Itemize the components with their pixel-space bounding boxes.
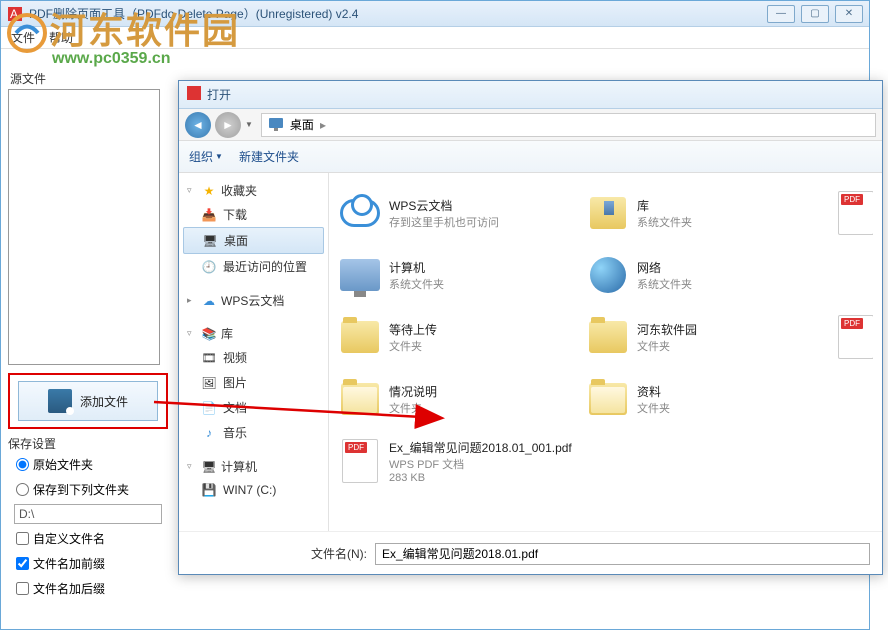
drive-icon: 💾 (201, 482, 217, 498)
save-settings-label: 保存设置 (8, 435, 173, 452)
file-item-partial-1[interactable] (833, 183, 873, 243)
add-file-highlight: 添加文件 (8, 373, 168, 429)
minimize-button[interactable]: — (767, 5, 795, 23)
radio-saveto-label: 保存到下列文件夹 (33, 481, 129, 498)
save-path-input[interactable] (14, 504, 162, 524)
tree-desktop[interactable]: 🖥桌面 (183, 227, 324, 254)
globe-large-icon (590, 257, 626, 293)
chk-add-suffix[interactable] (16, 582, 29, 595)
folder-open-icon (341, 383, 379, 415)
source-files-label: 源文件 (8, 70, 173, 87)
nav-forward-button[interactable]: ► (215, 112, 241, 138)
add-file-button[interactable]: 添加文件 (18, 381, 158, 421)
pdf-large-icon (342, 439, 378, 483)
folder-open-icon (589, 383, 627, 415)
recent-icon: 🕘 (201, 259, 217, 275)
files-view[interactable]: WPS云文档存到这里手机也可访问 库系统文件夹 计算机系统文件夹 网络系统文件夹… (329, 173, 882, 531)
organize-menu[interactable]: 组织▼ (189, 148, 223, 165)
source-files-list[interactable] (8, 89, 160, 365)
window-title: PDF删除页面工具（PDFdo Delete Page）(Unregistere… (29, 5, 767, 22)
tree-recent[interactable]: 🕘最近访问的位置 (183, 254, 324, 279)
tree-music[interactable]: ♪音乐 (183, 420, 324, 445)
tree-images[interactable]: 🖼图片 (183, 370, 324, 395)
video-icon: 🎞 (201, 350, 217, 366)
pdf-icon (838, 191, 873, 235)
folder-icon (589, 321, 627, 353)
image-icon: 🖼 (201, 375, 217, 391)
nav-back-button[interactable]: ◄ (185, 112, 211, 138)
download-icon: 📥 (201, 207, 217, 223)
file-item-upload[interactable]: 等待上传文件夹 (337, 307, 585, 367)
doc-icon: 📄 (201, 400, 217, 416)
new-folder-button[interactable]: 新建文件夹 (239, 148, 299, 165)
tree-video[interactable]: 🎞视频 (183, 345, 324, 370)
dialog-footer: 文件名(N): (179, 531, 882, 575)
maximize-button[interactable]: ▢ (801, 5, 829, 23)
file-item-situation[interactable]: 情况说明文件夹 (337, 369, 585, 429)
pdf-icon (838, 315, 873, 359)
star-icon: ★ (201, 183, 217, 199)
nav-tree: ▿★收藏夹 📥下载 🖥桌面 🕘最近访问的位置 ▸☁WPS云文档 ▿📚库 🎞视频 … (179, 173, 329, 531)
menubar: 文件 帮助 (1, 27, 869, 49)
dialog-title: 打开 (207, 86, 231, 103)
add-file-icon (48, 389, 72, 413)
app-icon: A (7, 6, 23, 22)
left-panel: 源文件 添加文件 保存设置 原始文件夹 保存到下列文件夹 自定义文件名 文件名加… (8, 70, 173, 601)
desktop-icon (268, 117, 284, 133)
file-item-hedong[interactable]: 河东软件园文件夹 (585, 307, 833, 367)
cloud-large-icon (340, 199, 380, 227)
desktop-small-icon: 🖥 (202, 233, 218, 249)
folder-icon (341, 321, 379, 353)
tree-docs[interactable]: 📄文档 (183, 395, 324, 420)
chevron-right-icon[interactable]: ▸ (320, 118, 326, 132)
close-button[interactable]: ✕ (835, 5, 863, 23)
chk-add-prefix[interactable] (16, 557, 29, 570)
radio-save-to-folder[interactable] (16, 483, 29, 496)
filename-input[interactable] (375, 543, 870, 565)
file-item-wps[interactable]: WPS云文档存到这里手机也可访问 (337, 183, 585, 243)
file-item-partial-2[interactable] (833, 307, 873, 367)
dialog-app-icon (187, 86, 201, 103)
filename-label: 文件名(N): (311, 545, 367, 562)
radio-original-folder[interactable] (16, 458, 29, 471)
open-dialog: 打开 ◄ ► ▼ 桌面 ▸ 组织▼ 新建文件夹 ▿★收藏夹 📥下载 🖥桌面 🕘最… (178, 80, 883, 575)
dialog-titlebar[interactable]: 打开 (179, 81, 882, 109)
dialog-nav: ◄ ► ▼ 桌面 ▸ (179, 109, 882, 141)
file-item-ziliao[interactable]: 资料文件夹 (585, 369, 833, 429)
tree-library[interactable]: ▿📚库 (183, 322, 324, 345)
file-item-library[interactable]: 库系统文件夹 (585, 183, 833, 243)
tree-favorites[interactable]: ▿★收藏夹 (183, 179, 324, 202)
file-item-network[interactable]: 网络系统文件夹 (585, 245, 833, 305)
chk-prefix-label: 文件名加前缀 (33, 555, 105, 572)
computer-icon: 🖥 (201, 459, 217, 475)
tree-wps[interactable]: ▸☁WPS云文档 (183, 289, 324, 312)
library-large-icon (590, 197, 626, 229)
breadcrumb-text: 桌面 (290, 116, 314, 133)
chk-custom-name[interactable] (16, 532, 29, 545)
menu-file[interactable]: 文件 (11, 29, 35, 46)
nav-history-dropdown[interactable]: ▼ (245, 120, 253, 129)
titlebar[interactable]: A PDF删除页面工具（PDFdo Delete Page）(Unregiste… (1, 1, 869, 27)
breadcrumb[interactable]: 桌面 ▸ (261, 113, 876, 137)
cloud-icon: ☁ (201, 293, 217, 309)
tree-drive-c[interactable]: 💾WIN7 (C:) (183, 478, 324, 502)
tree-downloads[interactable]: 📥下载 (183, 202, 324, 227)
add-file-label: 添加文件 (80, 393, 128, 410)
music-icon: ♪ (201, 425, 217, 441)
monitor-large-icon (340, 259, 380, 291)
file-item-computer[interactable]: 计算机系统文件夹 (337, 245, 585, 305)
library-icon: 📚 (201, 326, 217, 342)
file-item-pdf[interactable]: Ex_编辑常见问题2018.01_001.pdfWPS PDF 文档283 KB (337, 431, 585, 491)
svg-text:A: A (10, 7, 18, 21)
chk-custom-label: 自定义文件名 (33, 530, 105, 547)
radio-original-label: 原始文件夹 (33, 456, 93, 473)
menu-help[interactable]: 帮助 (49, 29, 73, 46)
tree-computer[interactable]: ▿🖥计算机 (183, 455, 324, 478)
chk-suffix-label: 文件名加后缀 (33, 580, 105, 597)
dialog-toolbar: 组织▼ 新建文件夹 (179, 141, 882, 173)
